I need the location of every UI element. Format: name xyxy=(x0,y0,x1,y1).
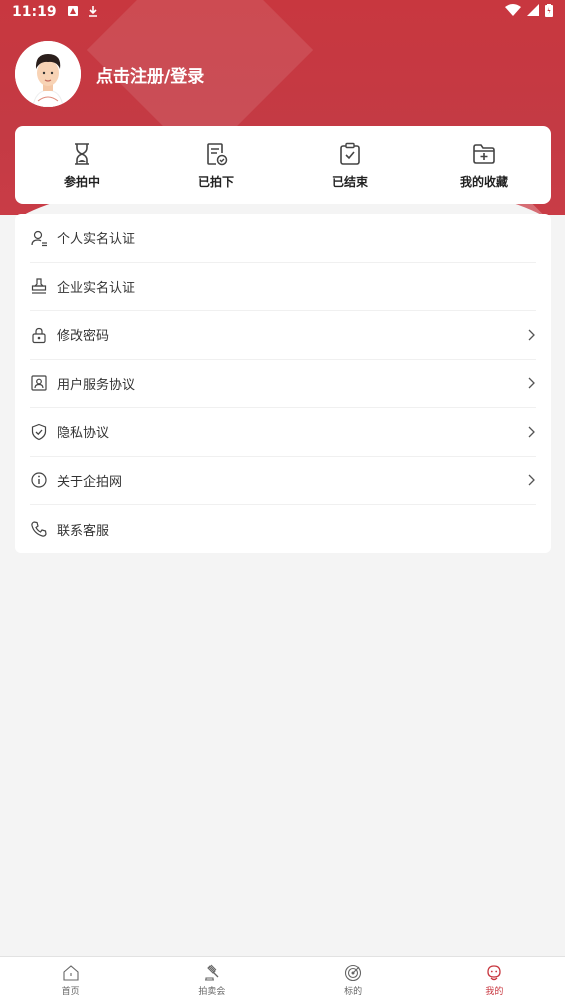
card-item-bidding[interactable]: 参拍中 xyxy=(15,126,149,204)
menu-item-personal-verification[interactable]: 个人实名认证 xyxy=(30,214,536,263)
card-item-favorites[interactable]: 我的收藏 xyxy=(417,126,551,204)
nav-item-home[interactable]: 首页 xyxy=(0,957,141,1004)
profile-header[interactable]: 点击注册/登录 xyxy=(15,41,204,107)
nav-item-label: 拍卖会 xyxy=(198,987,226,997)
battery-icon xyxy=(545,3,553,21)
settings-menu: 个人实名认证 企业实名认证 修改密码 用户服务协议 隐私协议 关于企拍网 联系客… xyxy=(15,214,551,553)
clipboard-check-icon xyxy=(340,142,360,165)
target-icon xyxy=(345,964,362,982)
app-notification-icon xyxy=(67,5,79,20)
menu-item-label: 联系客服 xyxy=(57,523,110,539)
menu-item-label: 企业实名认证 xyxy=(57,280,136,296)
card-item-ended[interactable]: 已结束 xyxy=(283,126,417,204)
menu-item-label: 个人实名认证 xyxy=(57,232,136,248)
menu-item-label: 用户服务协议 xyxy=(57,377,136,393)
menu-item-label: 隐私协议 xyxy=(57,426,110,442)
card-item-won[interactable]: 已拍下 xyxy=(149,126,283,204)
nav-item-label: 标的 xyxy=(344,987,363,997)
id-card-icon xyxy=(31,375,47,391)
signal-icon xyxy=(527,4,539,20)
login-register-link[interactable]: 点击注册/登录 xyxy=(96,62,204,87)
home-icon xyxy=(63,965,79,981)
bottom-navigation: 首页 拍卖会 标的 我的 xyxy=(0,956,565,1004)
info-icon xyxy=(31,472,47,488)
nav-item-mine[interactable]: 我的 xyxy=(424,957,565,1004)
user-verify-icon xyxy=(31,230,47,246)
profile-icon xyxy=(487,965,502,981)
lock-icon xyxy=(32,327,46,343)
menu-item-label: 关于企拍网 xyxy=(57,474,123,490)
nav-item-label: 首页 xyxy=(61,987,80,997)
menu-item-enterprise-verification[interactable]: 企业实名认证 xyxy=(30,263,536,311)
menu-item-about[interactable]: 关于企拍网 xyxy=(30,457,536,505)
card-item-label: 参拍中 xyxy=(63,174,100,189)
card-item-label: 已结束 xyxy=(331,174,368,189)
card-item-label: 已拍下 xyxy=(197,174,234,189)
download-icon xyxy=(87,5,99,20)
status-time: 11:19 xyxy=(12,4,57,20)
menu-item-customer-service[interactable]: 联系客服 xyxy=(30,505,536,554)
chevron-right-icon xyxy=(528,426,535,438)
card-item-label: 我的收藏 xyxy=(459,174,508,189)
wifi-icon xyxy=(505,4,521,20)
avatar[interactable] xyxy=(15,41,81,107)
nav-item-lots[interactable]: 标的 xyxy=(283,957,424,1004)
document-check-icon xyxy=(207,142,228,165)
gavel-icon xyxy=(204,964,219,981)
order-status-card: 参拍中 已拍下 已结束 我的收藏 xyxy=(15,126,551,204)
nav-item-auction[interactable]: 拍卖会 xyxy=(141,957,282,1004)
chevron-right-icon xyxy=(528,377,535,389)
stamp-icon xyxy=(31,278,47,294)
phone-icon xyxy=(31,521,47,537)
chevron-right-icon xyxy=(528,474,535,486)
menu-item-change-password[interactable]: 修改密码 xyxy=(30,311,536,360)
nav-item-label: 我的 xyxy=(485,987,504,997)
shield-check-icon xyxy=(31,423,47,440)
status-bar: 11:19 xyxy=(0,0,565,24)
menu-item-label: 修改密码 xyxy=(57,329,110,345)
chevron-right-icon xyxy=(528,329,535,341)
menu-item-user-agreement[interactable]: 用户服务协议 xyxy=(30,360,536,408)
hourglass-icon xyxy=(75,142,89,165)
folder-add-icon xyxy=(473,143,495,164)
menu-item-privacy-policy[interactable]: 隐私协议 xyxy=(30,408,536,457)
